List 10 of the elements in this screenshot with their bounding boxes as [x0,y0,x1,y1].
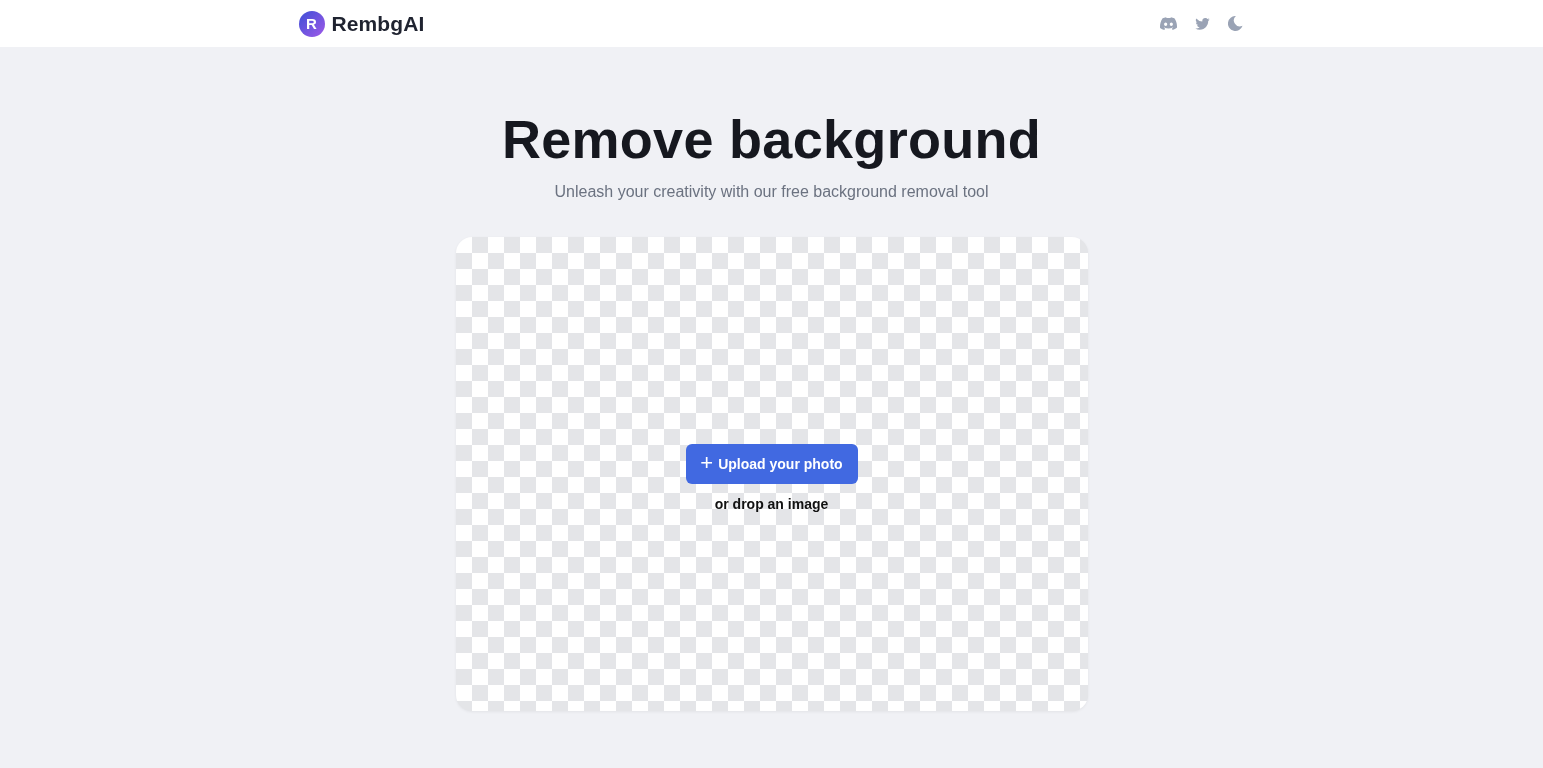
logo-icon: R [298,10,325,37]
moon-icon[interactable] [1227,16,1243,31]
page-title: Remove background [501,109,1042,169]
upload-button[interactable]: + Upload your photo [685,444,858,484]
twitter-bird-icon[interactable] [1194,17,1210,30]
page-subtitle: Unleash your creativity with our free background removal tool [554,182,989,202]
image-dropzone[interactable]: + Upload your photo or drop an image [455,237,1088,711]
discord-icon[interactable] [1159,17,1177,30]
drop-hint: or drop an image [714,496,829,512]
brand-link[interactable]: R RembgAI [298,10,425,37]
